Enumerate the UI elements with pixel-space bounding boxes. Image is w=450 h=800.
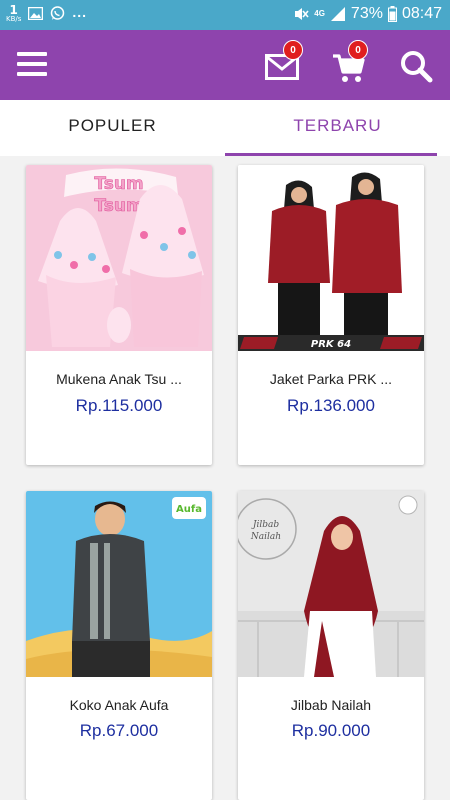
network-speed: 1 KB/s [6,4,21,23]
product-image: PRK 64 [238,165,424,351]
mail-badge: 0 [283,40,303,60]
status-bar-right: 4G 73% 08:47 [293,5,442,23]
mail-button[interactable]: 0 [262,40,303,82]
svg-text:PRK 64: PRK 64 [311,339,351,350]
status-time: 08:47 [401,5,442,22]
menu-icon [17,52,47,76]
product-name: Jilbab Nailah [290,697,372,713]
network-type: 4G [314,9,325,18]
cart-button[interactable]: 0 [330,40,370,82]
battery-icon [387,6,397,22]
mute-icon [295,8,309,20]
cart-badge: 0 [348,40,368,60]
tab-terbaru[interactable]: TERBARU [225,100,450,156]
product-price: Rp.136.000 [287,396,375,415]
product-grid: Tsum Tsum Mukena Anak Tsu ... Rp.115.000 [0,156,450,800]
product-card[interactable]: PRK 64 Jaket Parka PRK ... Rp.136.000 [238,165,424,465]
svg-text:Tsum: Tsum [94,196,143,216]
menu-button[interactable] [17,52,47,78]
status-bar: 1 KB/s ... 4G 73% 08:47 [0,0,450,30]
svg-text:Nailah: Nailah [250,532,281,542]
tab-populer[interactable]: POPULER [0,100,225,156]
product-card[interactable]: Jilbab Nailah Jilbab Nailah Rp.90.000 [238,491,424,800]
whatsapp-icon [51,6,65,20]
product-name: Jaket Parka PRK ... [269,371,393,387]
status-bar-left: 1 KB/s ... [6,4,87,23]
app-bar: 0 0 [0,30,450,100]
signal-icon [330,7,345,21]
battery-percent: 73% [350,5,383,22]
svg-text:Tsum: Tsum [94,174,143,194]
product-image: Tsum Tsum [26,165,212,351]
status-overflow-dots: ... [72,3,88,20]
search-button[interactable] [398,48,434,84]
product-image: Jilbab Nailah [238,491,424,677]
product-price: Rp.67.000 [79,721,159,740]
network-speed-unit: KB/s [6,15,22,23]
product-image: Aufa [26,491,212,677]
svg-text:Aufa: Aufa [176,504,202,515]
product-name: Koko Anak Aufa [69,697,169,713]
svg-text:Jilbab: Jilbab [251,520,279,530]
product-card[interactable]: Aufa Koko Anak Aufa Rp.67.000 [26,491,212,800]
product-price: Rp.115.000 [75,396,163,415]
search-icon [401,51,433,83]
product-name: Mukena Anak Tsu ... [56,371,182,387]
image-icon [28,7,44,20]
product-card[interactable]: Tsum Tsum Mukena Anak Tsu ... Rp.115.000 [26,165,212,465]
tab-bar: POPULER TERBARU [0,100,450,156]
product-price: Rp.90.000 [291,721,371,740]
